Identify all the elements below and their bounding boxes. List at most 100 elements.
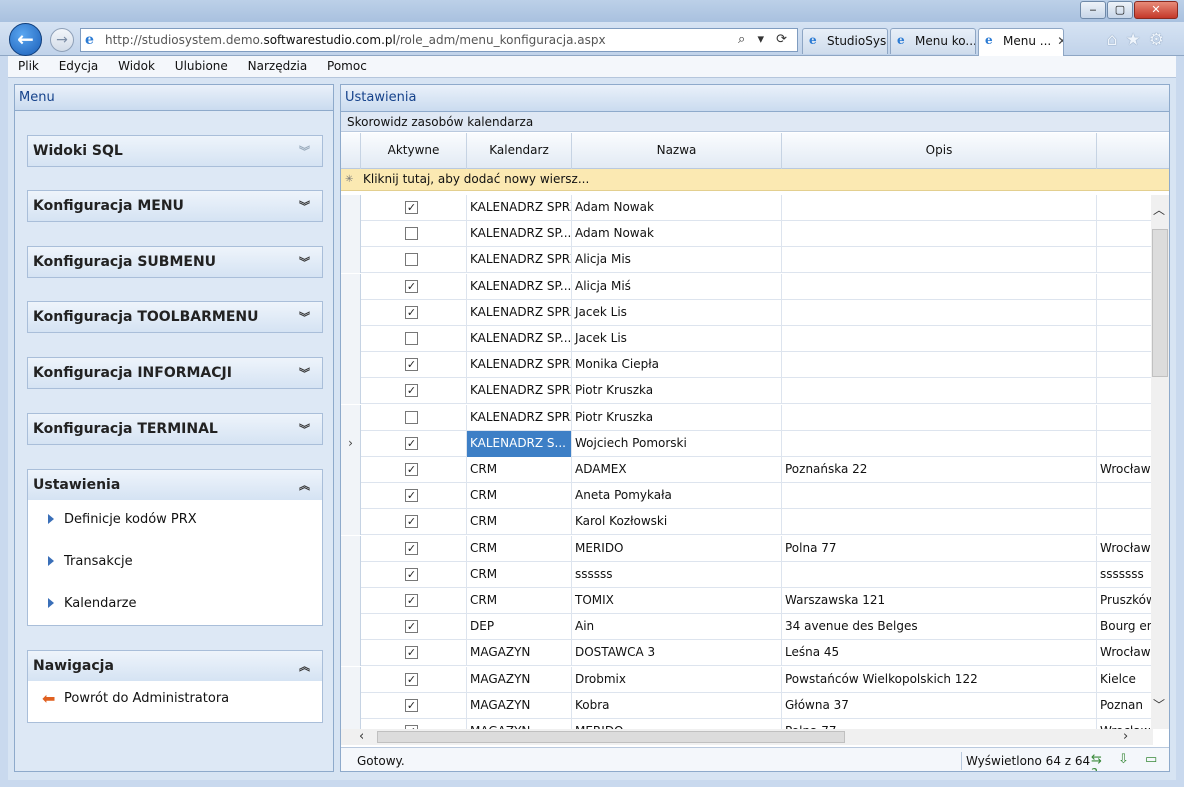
cell-nazwa[interactable]: Drobmix	[572, 666, 782, 693]
table-row[interactable]: KALENADRZ SP... Adam Nowak	[341, 221, 1153, 248]
table-row[interactable]: › ✓ KALENADRZ S... Wojciech Pomorski	[341, 430, 1153, 457]
table-row[interactable]: ✓MAGAZYNMERIDOPolna 77Wrocław	[341, 719, 1153, 729]
browser-tab-studiosys[interactable]: eStudioSys...	[802, 28, 888, 54]
table-row[interactable]: KALENADRZ SPRZ Alicja Mis	[341, 247, 1153, 274]
table-row[interactable]: ✓ CRM TOMIX Warszawska 121 Pruszków	[341, 588, 1153, 614]
checked-checkbox[interactable]: ✓	[405, 515, 418, 529]
row-selector[interactable]: ›	[341, 430, 361, 457]
checked-checkbox[interactable]: ✓	[405, 489, 418, 503]
cell-miasto[interactable]	[1097, 509, 1153, 535]
expand-chevron-icon[interactable]: ︾	[299, 254, 310, 270]
section-konfiguracja-toolbarmenu[interactable]: Konfiguracja TOOLBARMENU ︾	[27, 301, 323, 333]
checked-checkbox[interactable]: ✓	[405, 201, 418, 214]
address-tools-icon[interactable]: ⌕ ▾ ⟳	[738, 32, 791, 47]
cell-opis[interactable]	[782, 509, 1097, 536]
collapse-chevron-icon[interactable]: ︽	[299, 658, 310, 674]
cell-nazwa[interactable]: ssssss	[572, 561, 782, 588]
cell-miasto[interactable]: Wrocław	[1097, 536, 1153, 562]
row-selector[interactable]	[341, 509, 361, 536]
cell-kalendarz[interactable]: CRM	[467, 561, 572, 588]
cell-miasto[interactable]: Poznan	[1097, 693, 1153, 719]
table-row[interactable]: KALENADRZ SP... Jacek Lis	[341, 326, 1153, 352]
menu-narzedzia[interactable]: Narzędzia	[238, 56, 314, 73]
checked-checkbox[interactable]: ✓	[405, 594, 418, 607]
cell-miasto[interactable]	[1097, 195, 1153, 221]
section-konfiguracja-menu[interactable]: Konfiguracja MENU ︾	[27, 190, 323, 222]
horizontal-scroll-thumb[interactable]	[377, 731, 845, 743]
checked-checkbox[interactable]: ✓	[405, 567, 418, 581]
cell-miasto[interactable]	[1097, 326, 1153, 352]
cell-kalendarz[interactable]: CRM	[467, 588, 572, 614]
scroll-up-icon[interactable]: ︿	[1153, 201, 1165, 218]
row-selector[interactable]	[341, 692, 361, 719]
cell-miasto[interactable]	[1097, 431, 1153, 457]
cell-nazwa[interactable]: Piotr Kruszka	[572, 404, 782, 431]
url-text[interactable]: http://studiosystem.demo.softwarestudio.…	[105, 33, 606, 47]
scroll-right-icon[interactable]: ›	[1123, 729, 1128, 744]
cell-nazwa[interactable]: Alicja Miś	[572, 273, 782, 300]
close-tab-icon[interactable]: ✕	[1057, 34, 1063, 48]
cell-kalendarz[interactable]: KALENADRZ SPRZ	[467, 299, 572, 326]
cell-nazwa[interactable]: Kobra	[572, 692, 782, 719]
table-row[interactable]: ✓ KALENADRZ SPRZ Monika Ciepła	[341, 352, 1153, 379]
scroll-down-icon[interactable]: ﹀	[1153, 696, 1165, 713]
collapse-chevron-icon[interactable]: ︽	[299, 477, 310, 493]
cell-miasto[interactable]: Wrocław	[1097, 719, 1153, 729]
checked-checkbox[interactable]: ✓	[405, 436, 418, 450]
row-selector[interactable]	[341, 326, 361, 352]
cell-opis[interactable]	[782, 221, 1097, 248]
expand-chevron-icon[interactable]: ︾	[299, 198, 310, 214]
cell-miasto[interactable]: sssssss	[1097, 562, 1153, 588]
cell-kalendarz[interactable]: KALENADRZ SPRZ	[467, 378, 572, 405]
cell-opis[interactable]: Główna 37	[782, 692, 1097, 719]
row-selector[interactable]	[341, 483, 361, 510]
expand-chevron-icon[interactable]: ︾	[299, 143, 310, 159]
cell-kalendarz[interactable]: CRM	[467, 457, 572, 483]
cell-nazwa[interactable]: Adam Nowak	[572, 221, 782, 248]
section-widoki-sql[interactable]: Widoki SQL ︾	[27, 135, 323, 167]
cell-opis[interactable]	[782, 326, 1097, 352]
status-toolbar-icons[interactable]: ⇆ ⇩ ▭ ?	[1091, 752, 1169, 771]
cell-miasto[interactable]	[1097, 483, 1153, 509]
cell-miasto[interactable]: Bourg en	[1097, 614, 1153, 640]
column-header-miasto[interactable]: I	[1097, 133, 1169, 169]
cell-kalendarz[interactable]: CRM	[467, 535, 572, 562]
table-row[interactable]: ✓ MAGAZYN DOSTAWCA 3 Leśna 45 Wrocław	[341, 640, 1153, 667]
cell-nazwa[interactable]: Monika Ciepła	[572, 352, 782, 379]
cell-miasto[interactable]	[1097, 274, 1153, 300]
cell-opis[interactable]	[782, 404, 1097, 431]
nav-item-transakcje[interactable]: Transakcje	[28, 542, 322, 584]
cell-kalendarz[interactable]: KALENADRZ SPRZ	[467, 247, 572, 274]
cell-kalendarz[interactable]: MAGAZYN	[467, 692, 572, 719]
cell-nazwa[interactable]: Piotr Kruszka	[572, 378, 782, 405]
cell-nazwa[interactable]: Jacek Lis	[572, 299, 782, 326]
cell-miasto[interactable]	[1097, 352, 1153, 378]
expand-chevron-icon[interactable]: ︾	[299, 309, 310, 325]
cell-miasto[interactable]: Kielce	[1097, 667, 1153, 693]
expand-chevron-icon[interactable]: ︾	[299, 421, 310, 437]
cell-miasto[interactable]	[1097, 405, 1153, 431]
cell-opis[interactable]	[782, 483, 1097, 510]
menu-edycja[interactable]: Edycja	[49, 56, 105, 73]
cell-kalendarz[interactable]: KALENADRZ SP...	[467, 273, 572, 300]
cell-kalendarz[interactable]: KALENADRZ SPRZ	[467, 352, 572, 379]
cell-nazwa[interactable]: Ain	[572, 614, 782, 641]
row-selector[interactable]	[341, 299, 361, 326]
minimize-button[interactable]: ‒	[1080, 1, 1106, 19]
row-selector[interactable]	[341, 640, 361, 667]
row-selector[interactable]	[341, 457, 361, 483]
row-selector[interactable]	[341, 378, 361, 405]
scroll-left-icon[interactable]: ‹	[359, 729, 364, 744]
cell-opis[interactable]	[782, 561, 1097, 588]
menu-ulubione[interactable]: Ulubione	[165, 56, 234, 73]
row-selector[interactable]	[341, 195, 361, 221]
checked-checkbox[interactable]: ✓	[405, 279, 418, 293]
unchecked-checkbox[interactable]	[405, 332, 418, 345]
expand-chevron-icon[interactable]: ︾	[299, 365, 310, 381]
browser-tab-active[interactable]: eMenu ...✕	[978, 28, 1064, 56]
browser-tab-menu-ko[interactable]: e Menu ko...	[890, 28, 976, 54]
column-header-kalendarz[interactable]: Kalendarz	[467, 133, 572, 169]
section-konfiguracja-submenu[interactable]: Konfiguracja SUBMENU ︾	[27, 246, 323, 278]
column-header-aktywne[interactable]: Aktywne	[361, 133, 467, 169]
nav-item-powrot-do-administratora[interactable]: ⬅ Powrót do Administratora	[28, 681, 322, 723]
